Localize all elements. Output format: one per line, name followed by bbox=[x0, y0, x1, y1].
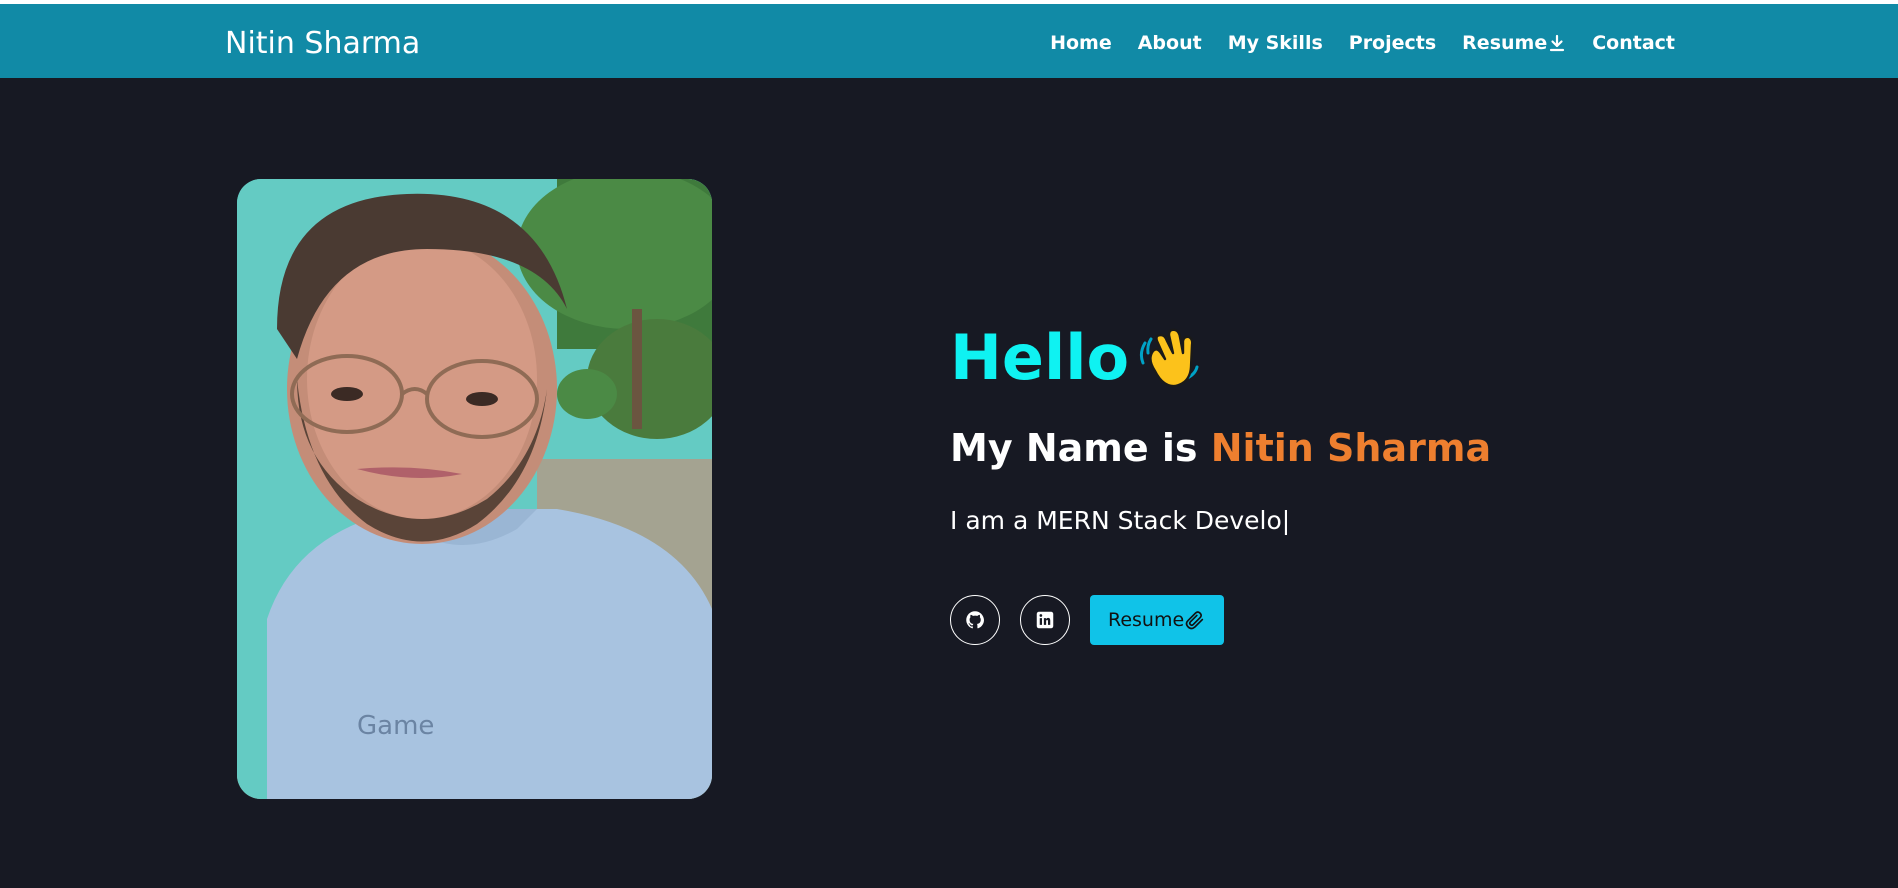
nav-home[interactable]: Home bbox=[1050, 32, 1112, 54]
paperclip-icon bbox=[1185, 611, 1204, 630]
profile-photo: Game bbox=[237, 179, 712, 799]
nav-menu: Home About My Skills Projects Resume Con… bbox=[1050, 32, 1675, 54]
waving-hand-icon bbox=[1139, 328, 1199, 388]
github-button[interactable] bbox=[950, 595, 1000, 645]
github-icon bbox=[966, 611, 984, 629]
navbar: Nitin Sharma Home About My Skills Projec… bbox=[0, 4, 1898, 78]
nav-projects-label: Projects bbox=[1348, 32, 1437, 54]
nav-projects[interactable]: Projects bbox=[1349, 32, 1436, 54]
resume-button-label: Resume bbox=[1108, 609, 1185, 631]
name-heading: My Name is Nitin Sharma bbox=[950, 426, 1491, 470]
hero-section: Hello My Name is Nitin Sharma I am a MER… bbox=[950, 318, 1491, 645]
nav-home-label: Home bbox=[1050, 32, 1112, 54]
resume-button[interactable]: Resume bbox=[1090, 595, 1225, 645]
svg-text:Game: Game bbox=[357, 711, 434, 741]
nav-about-label: About bbox=[1137, 32, 1202, 54]
nav-my-skills[interactable]: My Skills bbox=[1228, 32, 1323, 54]
name-prefix: My Name is bbox=[950, 426, 1198, 470]
typing-text: I am a MERN Stack Develo| bbox=[950, 506, 1291, 535]
nav-about[interactable]: About bbox=[1138, 32, 1202, 54]
nav-my-skills-label: My Skills bbox=[1227, 32, 1323, 54]
name-highlight: Nitin Sharma bbox=[1210, 426, 1492, 470]
linkedin-button[interactable] bbox=[1020, 595, 1070, 645]
download-icon bbox=[1550, 34, 1565, 52]
nav-contact-label: Contact bbox=[1592, 32, 1675, 54]
brand-logo[interactable]: Nitin Sharma bbox=[225, 26, 420, 61]
nav-contact[interactable]: Contact bbox=[1592, 32, 1675, 54]
nav-resume[interactable]: Resume bbox=[1462, 32, 1566, 54]
greeting-text: Hello bbox=[950, 321, 1130, 394]
greeting-heading: Hello bbox=[950, 318, 1491, 398]
linkedin-icon bbox=[1036, 611, 1054, 629]
action-buttons: Resume bbox=[950, 595, 1491, 645]
nav-resume-label: Resume bbox=[1462, 32, 1548, 54]
